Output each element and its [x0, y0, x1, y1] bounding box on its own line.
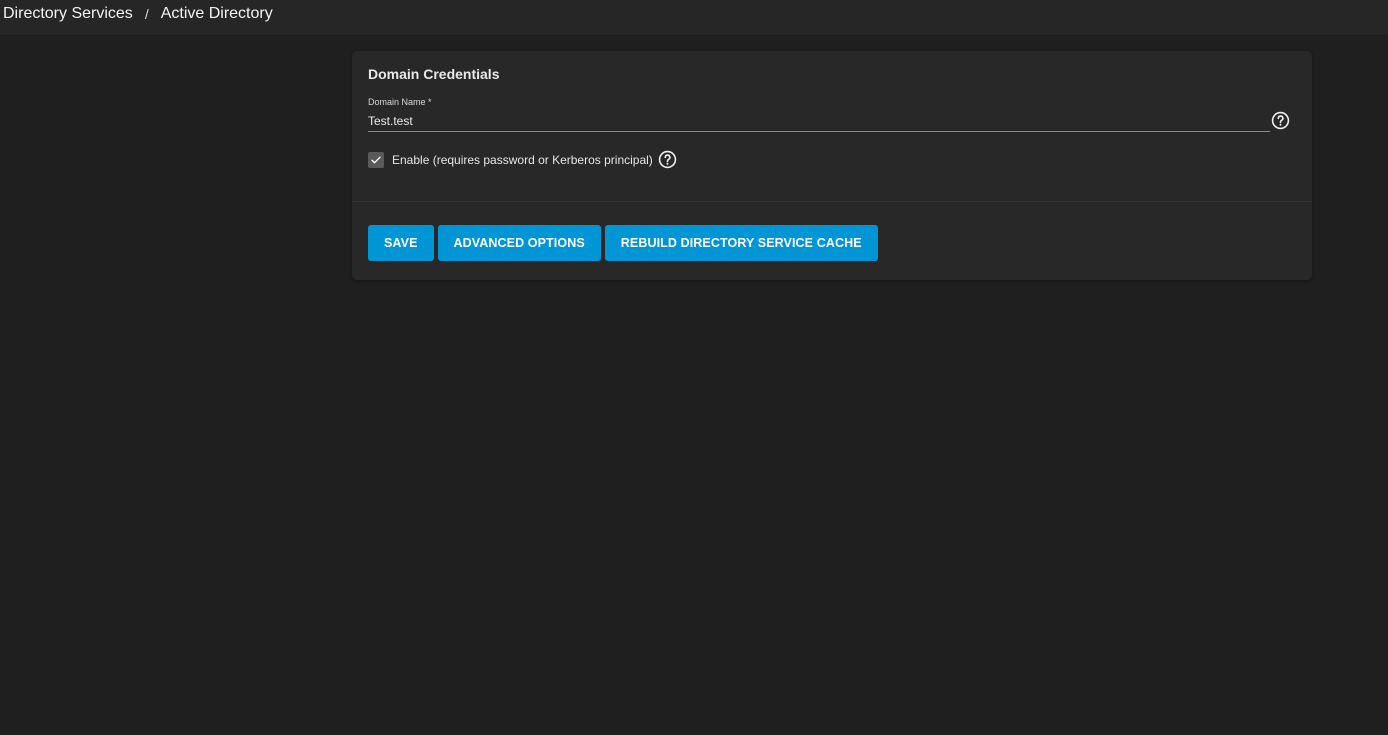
rebuild-cache-button[interactable]: REBUILD DIRECTORY SERVICE CACHE — [604, 225, 878, 261]
card-divider — [352, 201, 1312, 202]
advanced-options-button[interactable]: ADVANCED OPTIONS — [437, 225, 601, 261]
breadcrumb-item-active-directory: Active Directory — [160, 5, 273, 22]
card-title: Domain Credentials — [368, 66, 500, 82]
help-circle-icon[interactable] — [658, 150, 677, 169]
domain-name-input[interactable] — [368, 110, 1270, 132]
help-circle-icon[interactable] — [1271, 111, 1290, 130]
card-actions: SAVE ADVANCED OPTIONS REBUILD DIRECTORY … — [368, 225, 878, 261]
breadcrumb-separator: / — [144, 6, 149, 22]
domain-name-label: Domain Name * — [368, 97, 432, 107]
breadcrumb-item-directory-services[interactable]: Directory Services — [3, 5, 133, 23]
domain-credentials-card: Domain Credentials Domain Name * Enable … — [352, 51, 1312, 280]
save-button[interactable]: SAVE — [368, 225, 434, 261]
enable-checkbox[interactable] — [368, 151, 384, 168]
enable-label[interactable]: Enable (requires password or Kerberos pr… — [392, 153, 653, 167]
top-bar: Directory Services / Active Directory — [0, 0, 1388, 36]
breadcrumb: Directory Services / Active Directory — [3, 5, 273, 23]
check-icon — [371, 156, 381, 163]
enable-row: Enable (requires password or Kerberos pr… — [368, 150, 677, 169]
